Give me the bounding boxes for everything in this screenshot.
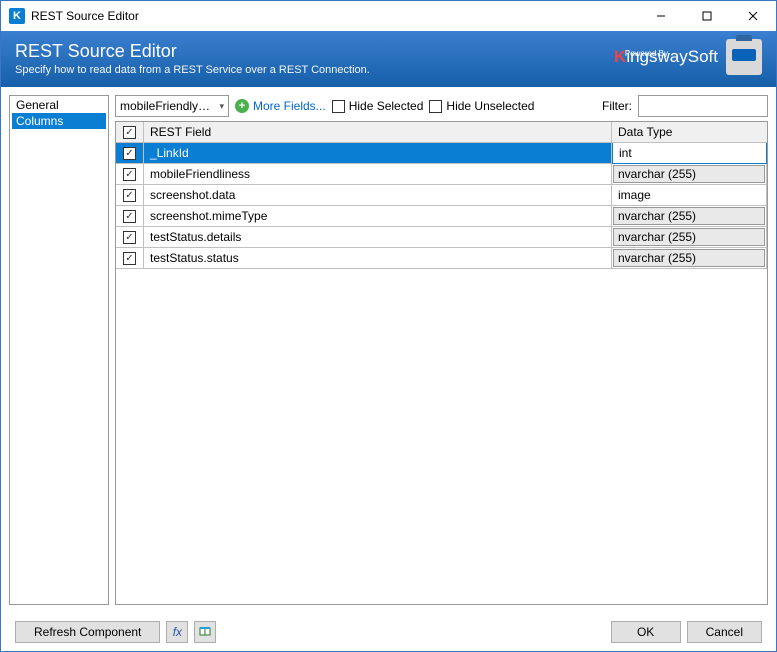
minimize-button[interactable] (638, 1, 684, 30)
checkbox-icon (429, 100, 442, 113)
object-dropdown[interactable]: mobileFriendlyTes ▾ (115, 95, 229, 117)
brand-logo: Powered By KingswaySoft (614, 39, 762, 75)
filter-label: Filter: (602, 99, 632, 113)
type-cell[interactable]: nvarchar (255) (612, 206, 767, 226)
powered-by-text: Powered By (625, 49, 668, 58)
checkbox-icon (332, 100, 345, 113)
table-row[interactable]: mobileFriendlinessnvarchar (255) (116, 164, 767, 185)
banner: REST Source Editor Specify how to read d… (1, 31, 776, 87)
field-cell[interactable]: screenshot.data (144, 185, 612, 205)
briefcase-icon (726, 39, 762, 75)
field-cell[interactable]: testStatus.details (144, 227, 612, 247)
row-checkbox[interactable] (116, 227, 144, 247)
content-area: General Columns mobileFriendlyTes ▾ + Mo… (1, 87, 776, 613)
table-row[interactable]: testStatus.detailsnvarchar (255) (116, 227, 767, 248)
sidebar-item-general[interactable]: General (12, 97, 106, 113)
table-row[interactable]: testStatus.statusnvarchar (255) (116, 248, 767, 269)
col-data-type[interactable]: Data Type (612, 122, 767, 142)
type-cell[interactable]: image (612, 185, 767, 205)
field-cell[interactable]: screenshot.mimeType (144, 206, 612, 226)
field-cell[interactable]: mobileFriendliness (144, 164, 612, 184)
columns-grid: REST Field Data Type _LinkIdintmobileFri… (115, 121, 768, 605)
field-cell[interactable]: _LinkId (144, 143, 612, 163)
header-checkbox[interactable] (116, 122, 144, 142)
hide-selected-checkbox[interactable]: Hide Selected (332, 99, 424, 113)
app-icon: K (9, 8, 25, 24)
table-row[interactable]: _LinkIdint (116, 143, 767, 164)
table-row[interactable]: screenshot.dataimage (116, 185, 767, 206)
row-checkbox[interactable] (116, 185, 144, 205)
table-row[interactable]: screenshot.mimeTypenvarchar (255) (116, 206, 767, 227)
close-button[interactable] (730, 1, 776, 30)
expression-button[interactable]: fx (166, 621, 188, 643)
toolbar: mobileFriendlyTes ▾ + More Fields... Hid… (115, 95, 768, 117)
hide-unselected-checkbox[interactable]: Hide Unselected (429, 99, 534, 113)
sidebar-item-columns[interactable]: Columns (12, 113, 106, 129)
grid-body: _LinkIdintmobileFriendlinessnvarchar (25… (116, 143, 767, 604)
row-checkbox[interactable] (116, 248, 144, 268)
refresh-component-button[interactable]: Refresh Component (15, 621, 160, 643)
type-cell[interactable]: nvarchar (255) (612, 248, 767, 268)
ok-button[interactable]: OK (611, 621, 681, 643)
window-title: REST Source Editor (31, 9, 638, 23)
main-panel: mobileFriendlyTes ▾ + More Fields... Hid… (115, 95, 768, 605)
cancel-button[interactable]: Cancel (687, 621, 762, 643)
field-cell[interactable]: testStatus.status (144, 248, 612, 268)
footer: Refresh Component fx OK Cancel (1, 613, 776, 651)
filter-input[interactable] (638, 95, 768, 117)
row-checkbox[interactable] (116, 206, 144, 226)
type-cell[interactable]: nvarchar (255) (612, 227, 767, 247)
window-controls (638, 1, 776, 31)
row-checkbox[interactable] (116, 164, 144, 184)
type-cell[interactable]: int (612, 143, 767, 164)
plus-icon: + (235, 99, 249, 113)
sidebar: General Columns (9, 95, 109, 605)
titlebar: K REST Source Editor (1, 1, 776, 31)
col-rest-field[interactable]: REST Field (144, 122, 612, 142)
grid-header: REST Field Data Type (116, 122, 767, 143)
chevron-down-icon: ▾ (219, 101, 224, 112)
row-checkbox[interactable] (116, 143, 144, 163)
maximize-button[interactable] (684, 1, 730, 30)
more-fields-button[interactable]: + More Fields... (235, 99, 326, 113)
type-cell[interactable]: nvarchar (255) (612, 164, 767, 184)
documentation-button[interactable] (194, 621, 216, 643)
